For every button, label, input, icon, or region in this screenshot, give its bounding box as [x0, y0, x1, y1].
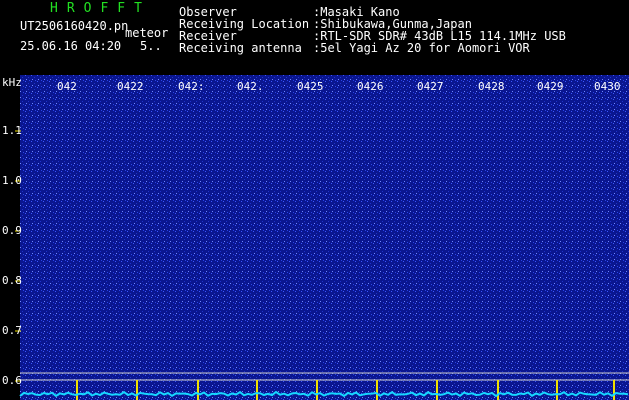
y-tick-label: 0.7 [2, 324, 22, 337]
info-label-antenna: Receiving antenna [179, 41, 302, 55]
time-tick-label: 0429 [537, 80, 564, 93]
y-tick-label: 1.0 [2, 174, 22, 187]
time-tick-label: 042: [178, 80, 205, 93]
time-tick-label: 0422 [117, 80, 144, 93]
y-tick-label: 0.9 [2, 224, 22, 237]
time-tick-label: 0426 [357, 80, 384, 93]
time-tick-label: 0427 [417, 80, 444, 93]
waterfall-area [20, 75, 629, 400]
info-value-antenna: :5el Yagi Az 20 for Aomori VOR [313, 41, 530, 55]
extra-info: 5.. [140, 39, 162, 53]
time-tick-label: 0428 [478, 80, 505, 93]
time-tick-label: 0430 [594, 80, 621, 93]
y-tick-label: 0.8 [2, 274, 22, 287]
app-brand: HROFFT [50, 1, 151, 16]
spectrogram [15, 75, 629, 400]
datetime: 25.06.16 04:20 [20, 39, 122, 53]
y-tick-label: 0.6 [2, 374, 22, 387]
header-panel: HROFFT UT2506160420.pn meteor 25.06.16 0… [0, 0, 629, 75]
time-tick-label: 0425 [297, 80, 324, 93]
time-tick-label: 042. [237, 80, 264, 93]
filename: UT2506160420.pn [20, 19, 129, 33]
time-tick-label: 042 [57, 80, 77, 93]
mode-label: meteor [125, 26, 169, 40]
axis-unit: kHz [2, 76, 22, 89]
y-tick-label: 1.1 [2, 124, 22, 137]
